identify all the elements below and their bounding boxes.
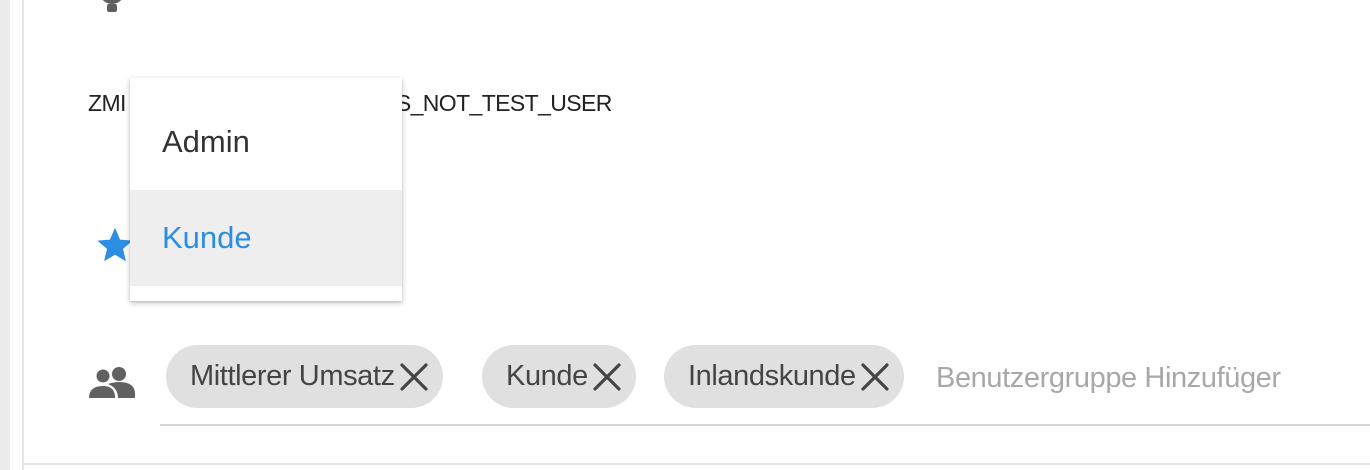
panel-border	[22, 0, 24, 470]
chip-label: Mittlerer Umsatz	[190, 360, 395, 392]
add-user-group-input[interactable]	[936, 352, 1356, 404]
role-dropdown-menu: Admin Kunde	[130, 78, 402, 301]
people-icon	[88, 366, 136, 402]
settings-icon	[93, 0, 131, 16]
close-icon[interactable]	[592, 362, 622, 392]
group-chip-mittlerer-umsatz[interactable]: Mittlerer Umsatz	[166, 345, 443, 408]
role-option-label: Admin	[162, 124, 250, 159]
role-option-kunde[interactable]: Kunde	[130, 190, 402, 286]
chip-label: Inlandskunde	[688, 360, 856, 392]
group-chip-inlandskunde[interactable]: Inlandskunde	[664, 345, 904, 408]
role-option-label: Kunde	[162, 220, 252, 255]
close-icon[interactable]	[860, 362, 890, 392]
section-divider	[22, 463, 1370, 465]
group-chip-kunde[interactable]: Kunde	[482, 345, 636, 408]
group-input-underline	[160, 424, 1370, 426]
close-icon[interactable]	[399, 362, 429, 392]
sidebar-edge	[0, 0, 10, 470]
role-option-admin[interactable]: Admin	[130, 94, 402, 190]
chip-label: Kunde	[506, 360, 588, 392]
